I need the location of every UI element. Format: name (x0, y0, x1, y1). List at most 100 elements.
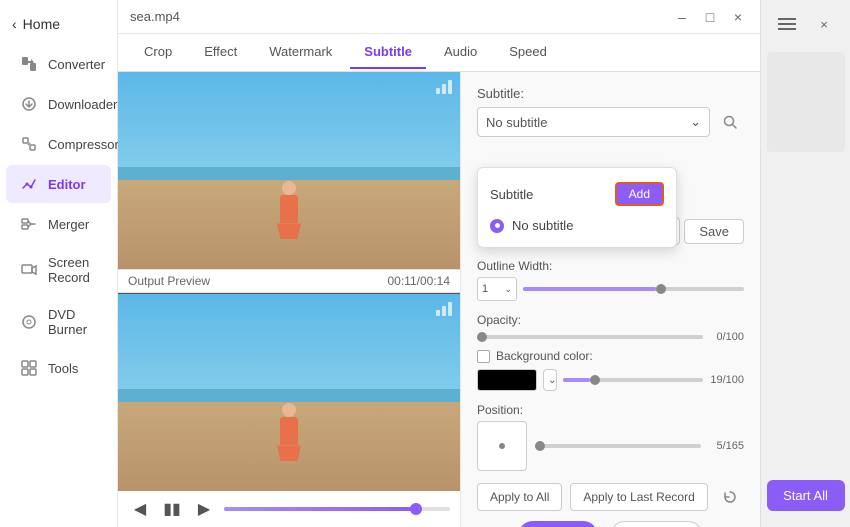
bg-fill (563, 378, 590, 382)
apply-all-button[interactable]: Apply to All (477, 483, 562, 511)
person-skirt-2 (277, 445, 301, 461)
outline-slider[interactable] (523, 287, 744, 291)
opacity-value: 0/100 (709, 331, 744, 343)
sky (118, 72, 460, 180)
radio-no-subtitle (490, 219, 504, 233)
progress-thumb[interactable] (410, 503, 422, 515)
close-icon[interactable]: × (808, 8, 840, 40)
subtitle-selected: No subtitle (486, 115, 547, 130)
window-controls: – □ × (672, 7, 748, 27)
add-subtitle-button[interactable]: Add (615, 182, 664, 206)
bar1 (436, 88, 440, 94)
back-button[interactable]: ‹ Home (0, 8, 117, 44)
far-right-top: × (767, 8, 844, 40)
position-box[interactable] (477, 421, 527, 471)
position-thumb[interactable] (535, 441, 545, 451)
cancel-button[interactable]: Cancel (610, 521, 704, 527)
titlebar: sea.mp4 – □ × (118, 0, 760, 34)
progress-bar[interactable] (224, 507, 450, 511)
chevron-down-icon: ⌄ (690, 114, 701, 130)
opacity-label: Opacity: (477, 313, 744, 327)
popup-item-no-subtitle[interactable]: No subtitle (478, 212, 676, 239)
sidebar-item-tools[interactable]: Tools (6, 349, 111, 387)
position-dot (499, 443, 505, 449)
sidebar-item-dvd-burner[interactable]: DVD Burner (6, 297, 111, 347)
subtitle-popup: Subtitle Add No subtitle (477, 167, 677, 248)
outline-thumb[interactable] (656, 284, 666, 294)
compressor-icon (20, 135, 38, 153)
opacity-thumb[interactable] (477, 332, 487, 342)
video-timestamp: 00:11/00:14 (387, 274, 450, 288)
sidebar-item-merger[interactable]: Merger (6, 205, 111, 243)
bar6 (448, 302, 452, 316)
bar2 (442, 84, 446, 94)
person-body-2 (280, 417, 298, 445)
dvd-burner-icon (20, 313, 38, 331)
sidebar-item-downloader[interactable]: Downloader (6, 85, 111, 123)
tab-effect[interactable]: Effect (190, 36, 251, 69)
video-controls: ◀ ▮▮ ▶ (118, 491, 460, 527)
sidebar-item-screen-record[interactable]: Screen Record (6, 245, 111, 295)
subtitle-search-button[interactable] (716, 108, 744, 136)
subtitle-dropdown[interactable]: No subtitle ⌄ (477, 107, 710, 137)
bg-color-dropdown[interactable]: ⌄ (543, 369, 557, 391)
maximize-button[interactable]: □ (700, 7, 720, 27)
tab-audio[interactable]: Audio (430, 36, 491, 69)
tab-crop[interactable]: Crop (130, 36, 186, 69)
person-head-2 (282, 403, 296, 417)
bg-value: 19/100 (709, 374, 744, 386)
ok-button[interactable]: OK (518, 521, 598, 527)
sidebar-item-label: Compressor (48, 137, 119, 152)
back-icon: ‹ (12, 16, 17, 32)
video-preview-top (118, 72, 460, 269)
next-button[interactable]: ▶ (192, 497, 216, 521)
position-area: 5/165 (477, 421, 744, 471)
video-panel: Output Preview 00:11/00:14 (118, 72, 460, 527)
tab-subtitle[interactable]: Subtitle (350, 36, 426, 69)
converter-icon (20, 55, 38, 73)
bg-color-checkbox[interactable] (477, 350, 490, 363)
far-right-placeholder (767, 52, 845, 152)
subtitle-dropdown-row: No subtitle ⌄ Subtitle Add (477, 107, 744, 137)
sidebar-item-converter[interactable]: Converter (6, 45, 111, 83)
sidebar-item-compressor[interactable]: Compressor (6, 125, 111, 163)
sidebar: ‹ Home Converter Downloader (0, 0, 118, 527)
subtitle-panel: Subtitle: No subtitle ⌄ Subtitle A (460, 72, 760, 527)
hamburger-menu-button[interactable] (771, 8, 803, 40)
progress-fill (224, 507, 416, 511)
editor-icon (20, 175, 38, 193)
no-subtitle-label: No subtitle (512, 218, 573, 233)
bg-color-swatch[interactable] (477, 369, 537, 391)
popup-title: Subtitle (490, 187, 533, 202)
radio-inner (495, 223, 500, 228)
position-slider[interactable] (535, 444, 701, 448)
person-body (280, 195, 298, 223)
prev-button[interactable]: ◀ (128, 497, 152, 521)
popup-header: Subtitle Add (478, 176, 676, 212)
bg-thumb[interactable] (590, 375, 600, 385)
tab-watermark[interactable]: Watermark (255, 36, 346, 69)
bottom-buttons: Apply to All Apply to Last Record (477, 483, 744, 511)
sidebar-item-label: DVD Burner (48, 307, 97, 337)
position-label: Position: (477, 403, 744, 417)
output-label: Output Preview (128, 274, 210, 288)
sidebar-item-editor[interactable]: Editor (6, 165, 111, 203)
bar4 (436, 310, 440, 316)
opacity-slider[interactable] (477, 335, 703, 339)
refresh-button[interactable] (716, 483, 744, 511)
beach-scene (118, 72, 460, 269)
sidebar-item-label: Screen Record (48, 255, 97, 285)
tools-icon (20, 359, 38, 377)
tab-speed[interactable]: Speed (495, 36, 561, 69)
save-button[interactable]: Save (684, 219, 744, 244)
start-all-button[interactable]: Start All (767, 480, 845, 511)
minimize-button[interactable]: – (672, 7, 692, 27)
close-button[interactable]: × (728, 7, 748, 27)
pause-button[interactable]: ▮▮ (160, 497, 184, 521)
position-value: 5/165 (709, 440, 744, 452)
bg-slider[interactable] (563, 378, 703, 382)
signal-bars-icon-2 (436, 302, 452, 316)
outline-dropdown[interactable]: 1 ⌄ (477, 277, 517, 301)
apply-last-button[interactable]: Apply to Last Record (570, 483, 707, 511)
person-skirt (277, 223, 301, 239)
